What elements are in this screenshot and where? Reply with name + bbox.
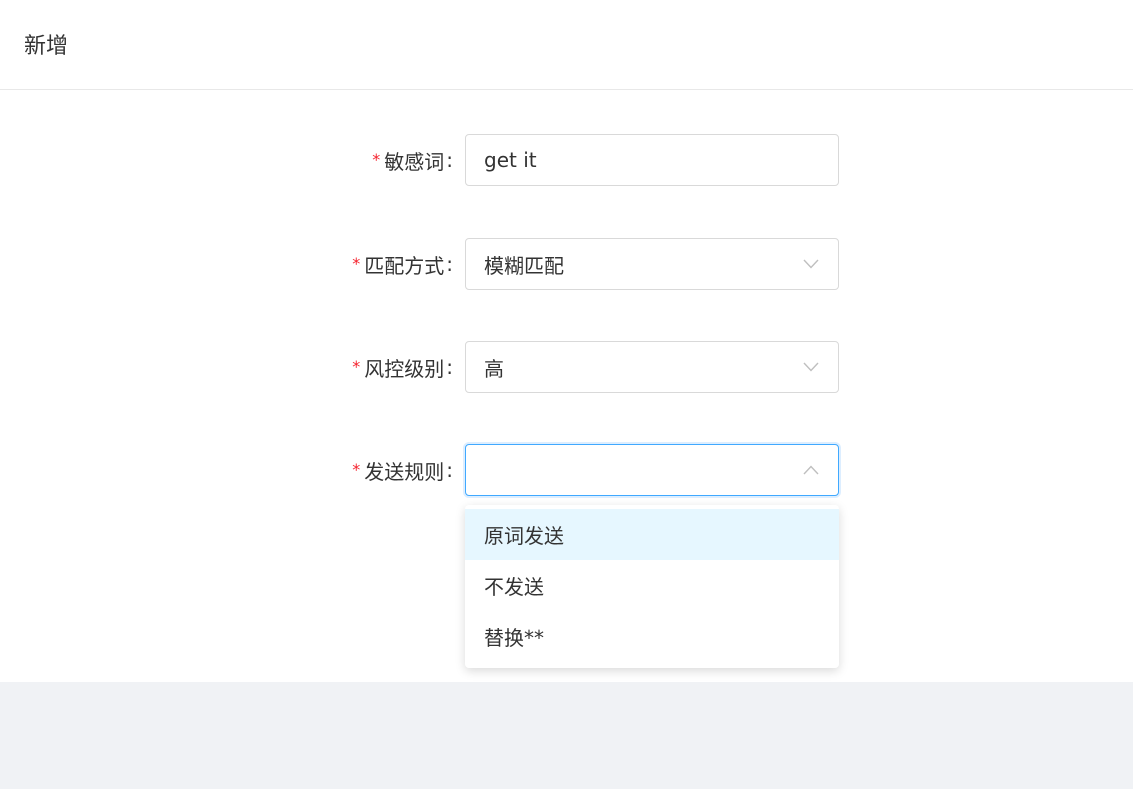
label-colon: :: [446, 355, 453, 379]
dropdown-option[interactable]: 替换**: [465, 611, 839, 662]
label-colon: :: [446, 148, 453, 172]
panel-header: 新增: [0, 0, 1133, 90]
label-text: 匹配方式: [364, 253, 445, 278]
select-value: 模糊匹配: [484, 253, 564, 278]
label-colon: :: [446, 458, 453, 482]
required-mark: *: [372, 149, 381, 169]
form-label: * 匹配方式 :: [352, 238, 453, 290]
form-item-match-type: * 匹配方式 : 模糊匹配: [0, 238, 1133, 290]
form-item-sensitive-word: * 敏感词 :: [0, 134, 1133, 186]
label-text: 发送规则: [364, 459, 445, 484]
chevron-down-icon: [802, 255, 820, 273]
select-value: 高: [484, 356, 504, 381]
required-mark: *: [352, 253, 361, 273]
send-rule-select[interactable]: [465, 444, 839, 496]
form-label: * 敏感词 :: [372, 134, 453, 186]
label-text: 风控级别: [364, 356, 445, 381]
label-text: 敏感词: [384, 149, 445, 174]
chevron-down-icon: [802, 358, 820, 376]
page-title: 新增: [24, 33, 69, 59]
required-mark: *: [352, 459, 361, 479]
form-label: * 风控级别 :: [352, 341, 453, 393]
required-mark: *: [352, 356, 361, 376]
send-rule-dropdown: 原词发送 不发送 替换**: [465, 505, 839, 668]
sensitive-word-input[interactable]: [484, 148, 820, 172]
chevron-up-icon: [802, 461, 820, 479]
dropdown-option[interactable]: 原词发送: [465, 509, 839, 560]
form-label: * 发送规则 :: [352, 444, 453, 496]
sensitive-word-field[interactable]: [465, 134, 839, 186]
dropdown-option[interactable]: 不发送: [465, 560, 839, 611]
label-colon: :: [446, 252, 453, 276]
risk-level-select[interactable]: 高: [465, 341, 839, 393]
match-type-select[interactable]: 模糊匹配: [465, 238, 839, 290]
form-item-risk-level: * 风控级别 : 高: [0, 341, 1133, 393]
form-item-send-rule: * 发送规则 :: [0, 444, 1133, 496]
